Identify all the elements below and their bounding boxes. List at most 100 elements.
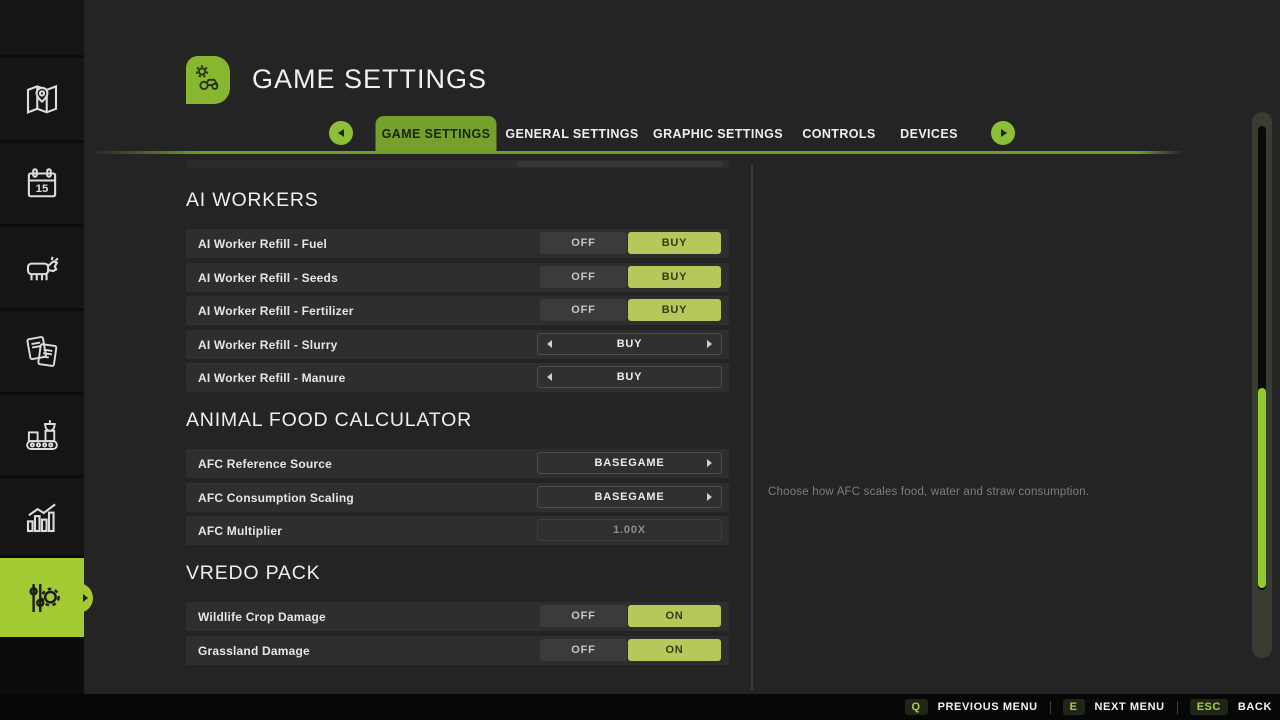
readonly-value-field: 1.00X [537,519,722,541]
footer-hint-bar: Q PREVIOUS MENU E NEXT MENU ESC BACK [0,694,1280,720]
left-triangle-icon [338,129,344,137]
active-item-pointer [75,583,93,613]
page-title-plate [186,56,230,104]
tab-general-settings[interactable]: GENERAL SETTINGS [495,116,648,152]
help-text: Choose how AFC scales food, water and st… [768,486,1218,498]
selector-value: BASEGAME [595,491,665,503]
setting-row[interactable]: Wildlife Crop Damage OFFON [186,602,729,631]
sidebar: 15 [0,0,84,694]
right-triangle-icon [83,594,88,602]
setting-label: AI Worker Refill - Fertilizer [198,304,354,318]
section-title: ANIMAL FOOD CALCULATOR [186,409,472,432]
sidebar-item-map[interactable] [0,58,84,140]
hint-label-next-menu: NEXT MENU [1095,701,1165,713]
toggle-control: OFFBUY [540,232,721,254]
key-badge-q: Q [905,699,928,715]
setting-label: AFC Reference Source [198,457,332,471]
tab-underline [90,151,1183,154]
hint-label-previous-menu: PREVIOUS MENU [938,701,1038,713]
tabs-previous-arrow-button[interactable] [329,121,353,145]
setting-row[interactable]: AI Worker Refill - Fuel OFFBUY [186,229,729,258]
selector-left-arrow-icon[interactable] [547,373,552,381]
hint-divider [1050,701,1051,714]
key-badge-esc: ESC [1190,699,1228,715]
toggle-option-buy[interactable]: BUY [628,266,721,288]
option-selector[interactable]: BUY [537,366,722,388]
sidebar-empty-cell [0,0,84,55]
setting-row[interactable]: Grassland Damage OFFON [186,636,729,665]
selector-value: BASEGAME [595,457,665,469]
sidebar-item-contracts[interactable] [0,311,84,392]
toggle-option-on[interactable]: ON [628,639,721,661]
setting-label: AI Worker Refill - Fuel [198,237,327,251]
selector-value: BUY [617,371,643,383]
hint-label-back: BACK [1238,701,1272,713]
toggle-option-buy[interactable]: BUY [628,232,721,254]
setting-label: Wildlife Crop Damage [198,610,326,624]
selector-right-arrow-icon[interactable] [707,459,712,467]
hint-divider [1177,701,1178,714]
help-panel-divider [751,165,753,690]
toggle-option-off[interactable]: OFF [540,266,627,288]
setting-row[interactable]: AFC Consumption Scaling BASEGAME [186,483,729,512]
setting-row[interactable]: AI Worker Refill - Manure BUY [186,363,729,392]
option-selector[interactable]: BASEGAME [537,486,722,508]
production-icon [21,414,63,456]
setting-label: Grassland Damage [198,644,310,658]
selector-left-arrow-icon[interactable] [547,340,552,348]
game-settings-screen: 15 [0,0,1280,720]
setting-row[interactable]: AI Worker Refill - Fertilizer OFFBUY [186,296,729,325]
setting-label: AFC Multiplier [198,524,282,538]
toggle-option-on[interactable]: ON [628,605,721,627]
clipped-row-control [517,161,723,167]
selector-right-arrow-icon[interactable] [707,493,712,501]
setting-label: AI Worker Refill - Seeds [198,271,338,285]
setting-label: AFC Consumption Scaling [198,491,354,505]
selector-right-arrow-icon[interactable] [707,340,712,348]
section-title: VREDO PACK [186,562,320,585]
page-title: GAME SETTINGS [252,64,487,95]
tab-controls[interactable]: CONTROLS [792,116,885,152]
toggle-control: OFFBUY [540,266,721,288]
svg-text:15: 15 [36,183,49,195]
toggle-option-off[interactable]: OFF [540,639,627,661]
documents-icon [21,331,63,373]
toggle-option-buy[interactable]: BUY [628,299,721,321]
setting-label: AI Worker Refill - Manure [198,371,345,385]
sidebar-item-production[interactable] [0,395,84,475]
setting-label: AI Worker Refill - Slurry [198,338,337,352]
key-badge-e: E [1063,699,1085,715]
sidebar-item-statistics[interactable] [0,478,84,555]
sidebar-item-calendar[interactable]: 15 [0,143,84,224]
toggle-control: OFFON [540,605,721,627]
settings-gear-icon [21,577,63,619]
cow-icon [21,247,63,289]
map-icon [21,78,63,120]
tab-game-settings[interactable]: GAME SETTINGS [376,116,497,152]
toggle-control: OFFBUY [540,299,721,321]
tabs-next-arrow-button[interactable] [991,121,1015,145]
toggle-option-off[interactable]: OFF [540,605,627,627]
scrollbar-thumb[interactable] [1258,388,1266,588]
toggle-control: OFFON [540,639,721,661]
toggle-option-off[interactable]: OFF [540,232,627,254]
sidebar-item-settings[interactable] [0,558,84,637]
setting-row[interactable]: AFC Reference Source BASEGAME [186,449,729,478]
selector-value: 1.00X [613,524,646,536]
setting-row[interactable]: AI Worker Refill - Seeds OFFBUY [186,263,729,292]
setting-row[interactable]: AFC Multiplier 1.00X [186,516,729,545]
selector-value: BUY [617,338,643,350]
tab-graphic-settings[interactable]: GRAPHIC SETTINGS [643,116,793,152]
tab-devices[interactable]: DEVICES [890,116,968,152]
section-title: AI WORKERS [186,189,319,212]
stats-icon [21,496,63,538]
right-triangle-icon [1001,129,1007,137]
option-selector[interactable]: BASEGAME [537,452,722,474]
setting-row[interactable]: AI Worker Refill - Slurry BUY [186,330,729,359]
option-selector[interactable]: BUY [537,333,722,355]
tractor-gear-icon [191,61,225,100]
sidebar-item-animals[interactable] [0,227,84,308]
scrollbar[interactable] [1252,112,1272,658]
toggle-option-off[interactable]: OFF [540,299,627,321]
clipped-row [186,160,729,168]
